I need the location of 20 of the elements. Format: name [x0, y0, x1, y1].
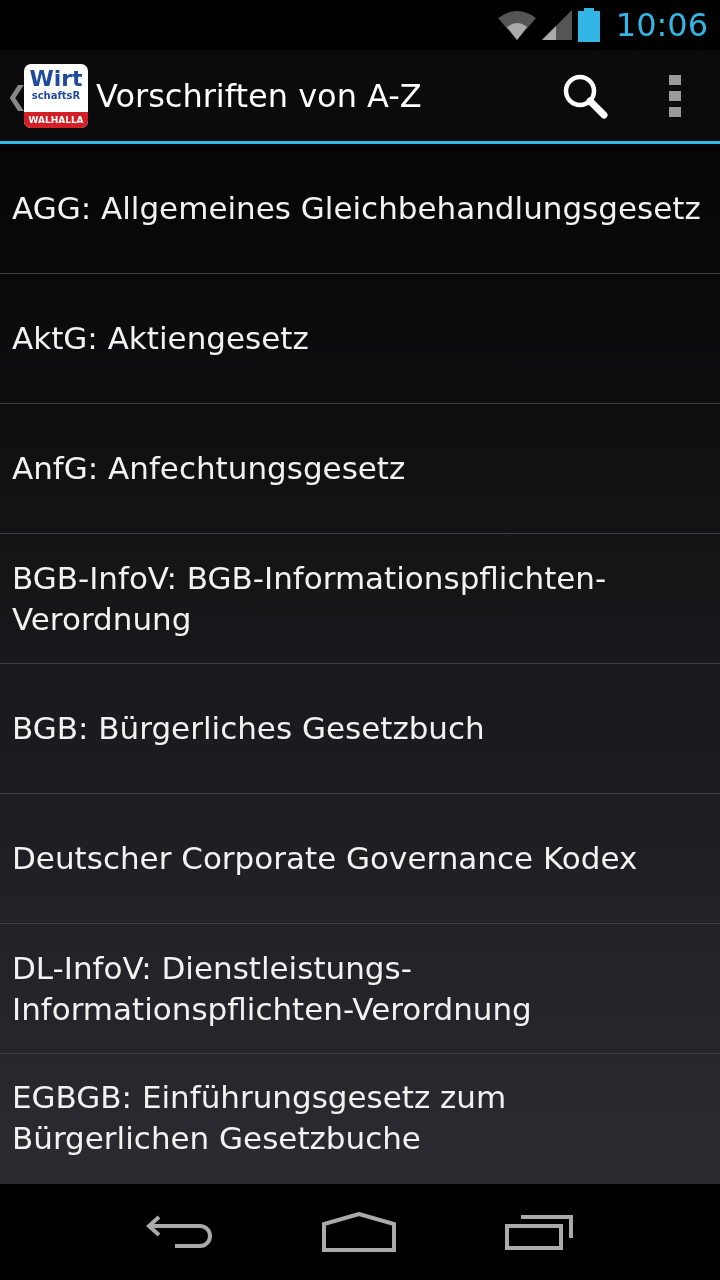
back-icon[interactable] [144, 1214, 213, 1250]
list-item[interactable]: AktG: Aktiengesetz [12, 318, 309, 359]
list-item[interactable]: AnfG: Anfechtungsgesetz [12, 448, 406, 489]
recent-apps-icon[interactable] [505, 1214, 576, 1250]
back-caret-icon[interactable]: ❮ [6, 80, 24, 111]
search-icon [562, 72, 608, 119]
wifi-icon [497, 10, 536, 40]
clock: 10:06 [615, 6, 708, 44]
list-item[interactable]: EGBGB: Einführungsgesetz zum Bürgerlichen Gesetzbuche [12, 1077, 708, 1159]
app-logo[interactable]: Wirt schaftsR WALHALLA [24, 63, 88, 128]
menu-icon [669, 74, 681, 117]
list-item[interactable]: BGB-InfoV: BGB-Informationspflichten-Verordnung [12, 557, 708, 640]
list-item[interactable]: DL-InfoV: Dienstleistungs-Informationspflichten-Verordnung [12, 947, 708, 1030]
home-icon[interactable] [322, 1212, 396, 1252]
list-item[interactable]: Deutscher Corporate Governance Kodex [12, 838, 638, 879]
list-item[interactable]: AGG: Allgemeines Gleichbehandlungsgesetz [12, 188, 701, 229]
screen-title: Vorschriften von A-Z [96, 76, 423, 115]
list-item[interactable]: BGB: Bürgerliches Gesetzbuch [12, 708, 485, 749]
battery-icon [577, 8, 600, 42]
signal-icon [541, 10, 572, 40]
